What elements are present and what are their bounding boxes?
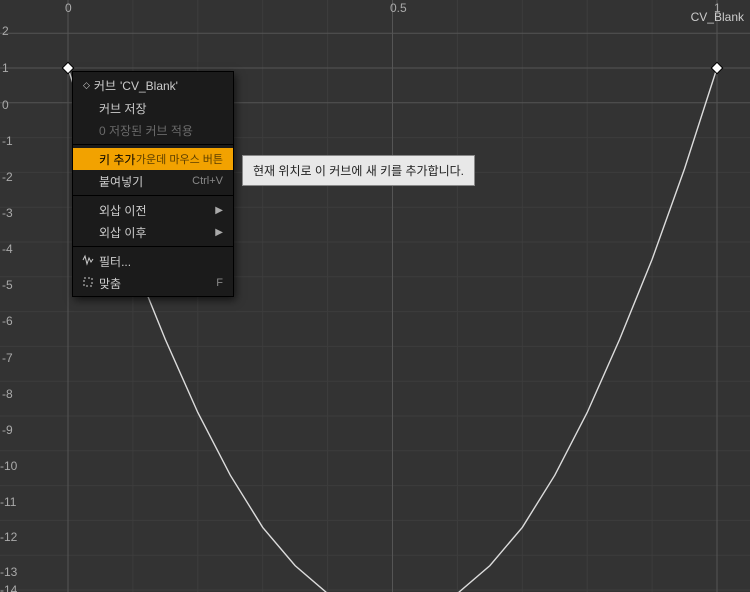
menu-add-key-shortcut: 가운데 마우스 버튼 xyxy=(136,151,223,167)
menu-add-key-label: 키 추가 xyxy=(99,151,135,168)
curve-editor[interactable]: 00.51210-1-2-3-4-5-6-7-8-9-10-11-12-13-1… xyxy=(0,0,750,592)
menu-extrap-pre[interactable]: 외삽 이전 ▶ xyxy=(73,199,233,221)
fit-icon xyxy=(81,276,95,291)
menu-apply-saved: 0 저장된 커브 적용 xyxy=(73,119,233,141)
menu-fit-label: 맞춤 xyxy=(99,275,121,292)
menu-save-label: 커브 저장 xyxy=(99,100,147,117)
diamond-icon: ◇ xyxy=(83,80,90,91)
menu-filter[interactable]: 필터... xyxy=(73,250,233,272)
menu-fit[interactable]: 맞춤 F xyxy=(73,272,233,294)
menu-extrap-post[interactable]: 외삽 이후 ▶ xyxy=(73,221,233,243)
context-menu-title: ◇ 커브 'CV_Blank' xyxy=(73,74,233,97)
menu-filter-label: 필터... xyxy=(99,253,131,270)
menu-paste-shortcut: Ctrl+V xyxy=(192,175,223,187)
menu-paste-label: 붙여넣기 xyxy=(99,173,143,190)
menu-fit-shortcut: F xyxy=(216,277,223,289)
chevron-right-icon: ▶ xyxy=(215,227,223,238)
context-menu: ◇ 커브 'CV_Blank' 커브 저장 0 저장된 커브 적용 키 추가 가… xyxy=(72,71,234,297)
menu-title-prefix: 커브 xyxy=(94,77,116,94)
menu-paste[interactable]: 붙여넣기 Ctrl+V xyxy=(73,170,233,192)
menu-extrap-post-label: 외삽 이후 xyxy=(99,224,147,241)
menu-separator xyxy=(73,144,233,145)
tooltip: 현재 위치로 이 커브에 새 키를 추가합니다. xyxy=(242,155,475,186)
menu-apply-saved-label: 0 저장된 커브 적용 xyxy=(99,122,193,139)
menu-title-name: 'CV_Blank' xyxy=(120,79,178,93)
menu-extrap-pre-label: 외삽 이전 xyxy=(99,202,147,219)
menu-separator xyxy=(73,195,233,196)
menu-save-curve[interactable]: 커브 저장 xyxy=(73,97,233,119)
chevron-right-icon: ▶ xyxy=(215,205,223,216)
menu-add-key[interactable]: 키 추가 가운데 마우스 버튼 xyxy=(73,148,233,170)
menu-separator xyxy=(73,246,233,247)
keyframe-icon[interactable] xyxy=(711,62,722,73)
filter-icon xyxy=(81,254,95,269)
tooltip-text: 현재 위치로 이 커브에 새 키를 추가합니다. xyxy=(253,164,464,178)
